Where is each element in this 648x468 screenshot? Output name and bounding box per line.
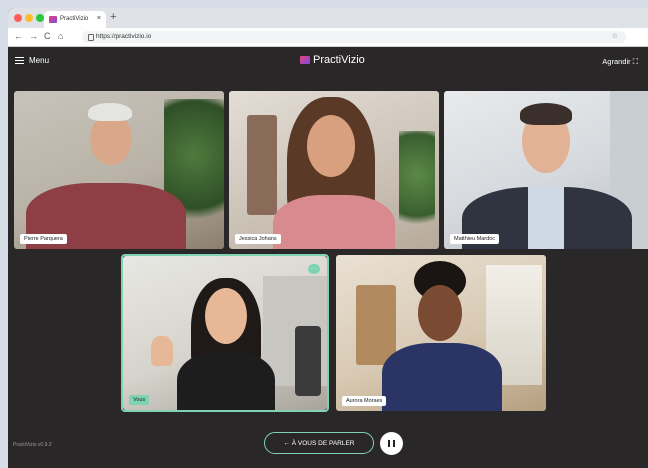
- menu-button[interactable]: Menu: [15, 56, 49, 65]
- tab-title: PractiVizio: [60, 16, 89, 22]
- address-bar: ← → C ⌂ https://practivizio.io ☆: [8, 28, 648, 47]
- pause-icon: [388, 440, 390, 447]
- bookmark-star-icon[interactable]: ☆: [612, 32, 618, 40]
- close-window-icon[interactable]: [14, 14, 22, 22]
- back-icon[interactable]: ←: [14, 31, 23, 41]
- tab-bar: PractiVizio × +: [8, 8, 648, 28]
- url-input[interactable]: https://practivizio.io ☆: [82, 31, 626, 43]
- active-speaker-frame: [121, 254, 329, 412]
- brand-logo: PractiVizio: [300, 54, 365, 66]
- expand-label: Agrandir: [602, 57, 631, 66]
- talk-button[interactable]: ← À VOUS DE PARLER: [264, 432, 374, 454]
- video-tile[interactable]: Pierre Parquera: [14, 91, 224, 249]
- favicon-icon: [49, 16, 57, 23]
- person-hair: [88, 103, 132, 121]
- person-body: [273, 195, 395, 249]
- more-options-icon[interactable]: ···: [308, 264, 320, 274]
- pause-icon: [393, 440, 395, 447]
- brand-name: PractiVizio: [313, 54, 365, 66]
- url-text: https://practivizio.io: [96, 33, 152, 40]
- lock-icon: [88, 34, 94, 41]
- forward-icon[interactable]: →: [29, 31, 38, 41]
- expand-button[interactable]: Agrandir ⛶: [602, 57, 638, 67]
- brand-mark-icon: [300, 56, 310, 64]
- participant-name: Pierre Parquera: [20, 234, 67, 244]
- reload-icon[interactable]: C: [44, 31, 51, 41]
- home-icon[interactable]: ⌂: [58, 31, 63, 41]
- participant-name: Aurora Moraes: [342, 396, 387, 406]
- pause-button[interactable]: [380, 432, 403, 455]
- fullscreen-icon: ⛶: [632, 57, 638, 66]
- person-hair: [520, 103, 572, 125]
- tab-close-icon[interactable]: ×: [97, 15, 101, 22]
- browser-tab[interactable]: PractiVizio ×: [44, 11, 106, 28]
- shirt: [528, 187, 564, 249]
- version-label: PractiVizio v0.9.2: [13, 442, 52, 448]
- person-head: [418, 285, 462, 341]
- maximize-window-icon[interactable]: [36, 14, 44, 22]
- bookshelf: [247, 115, 277, 215]
- participant-name: Matthieu Mardoc: [450, 234, 499, 244]
- video-tile[interactable]: Matthieu Mardoc: [444, 91, 648, 249]
- app-header: Menu PractiVizio Agrandir ⛶: [8, 46, 648, 76]
- new-tab-icon[interactable]: +: [110, 11, 116, 23]
- participant-name: Jessica Johans: [235, 234, 281, 244]
- person-body: [382, 343, 502, 411]
- video-tile[interactable]: Aurora Moraes: [336, 255, 546, 411]
- shelf: [356, 285, 396, 365]
- hamburger-icon: [15, 57, 24, 65]
- menu-label: Menu: [29, 56, 50, 65]
- video-tile[interactable]: Jessica Johans: [229, 91, 439, 249]
- person-head: [307, 115, 355, 177]
- browser-window: PractiVizio × + ← → C ⌂ https://practivi…: [8, 8, 648, 468]
- plant: [399, 131, 435, 241]
- minimize-window-icon[interactable]: [25, 14, 33, 22]
